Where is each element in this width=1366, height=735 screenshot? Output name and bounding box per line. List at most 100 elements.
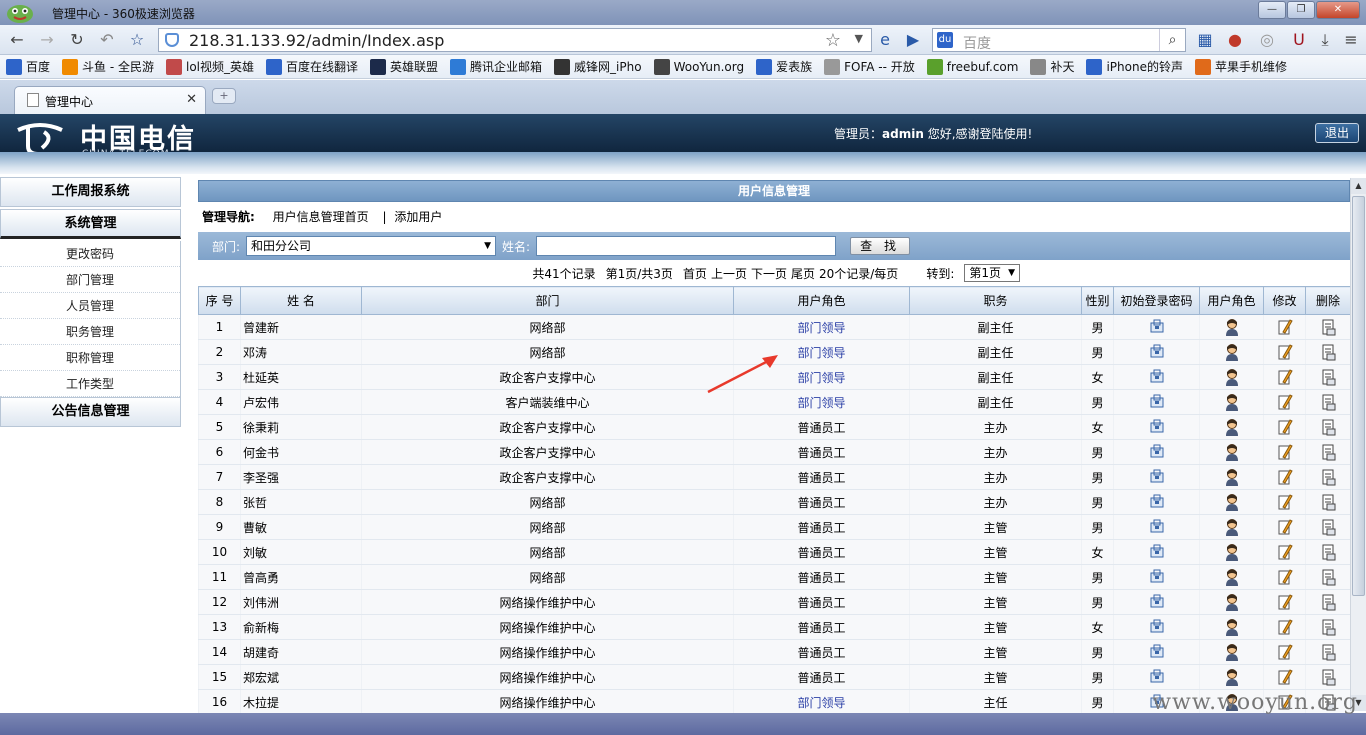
user-role-cell[interactable] bbox=[1199, 614, 1264, 640]
user-role-icon[interactable] bbox=[1224, 494, 1240, 511]
pager-prev[interactable]: 上一页 bbox=[711, 265, 747, 282]
edit-icon[interactable] bbox=[1277, 669, 1293, 685]
delete-cell[interactable] bbox=[1305, 414, 1351, 440]
reset-password-icon[interactable] bbox=[1149, 619, 1165, 634]
minimize-button[interactable]: — bbox=[1258, 1, 1286, 19]
reset-password-icon[interactable] bbox=[1149, 469, 1165, 484]
close-tab-icon[interactable]: ✕ bbox=[186, 92, 197, 107]
sidebar-section-weekly-report[interactable]: 工作周报系统 bbox=[0, 177, 181, 207]
sidebar-item[interactable]: 工作类型 bbox=[0, 371, 180, 397]
delete-icon[interactable] bbox=[1320, 469, 1336, 486]
reset-password-icon[interactable] bbox=[1149, 594, 1165, 609]
bookmark-item[interactable]: 百度在线翻译 bbox=[266, 58, 358, 75]
bookmark-item[interactable]: 腾讯企业邮箱 bbox=[450, 58, 542, 75]
user-role-cell[interactable] bbox=[1199, 489, 1264, 515]
user-role-cell[interactable] bbox=[1199, 389, 1264, 415]
delete-cell[interactable] bbox=[1305, 614, 1351, 640]
user-role-icon[interactable] bbox=[1224, 569, 1240, 586]
sidebar-item[interactable]: 职称管理 bbox=[0, 345, 180, 371]
edit-icon[interactable] bbox=[1277, 619, 1293, 635]
reset-password-cell[interactable] bbox=[1113, 614, 1200, 640]
nav-link-user-home[interactable]: 用户信息管理首页 bbox=[273, 210, 369, 224]
reset-password-icon[interactable] bbox=[1149, 644, 1165, 659]
bookmark-item[interactable]: FOFA -- 开放 bbox=[824, 58, 915, 75]
edit-icon[interactable] bbox=[1277, 544, 1293, 560]
delete-cell[interactable] bbox=[1305, 314, 1351, 340]
reset-password-cell[interactable] bbox=[1113, 439, 1200, 465]
logout-button[interactable]: 退出 bbox=[1315, 123, 1359, 143]
play-icon[interactable]: ▶ bbox=[904, 31, 922, 49]
edit-cell[interactable] bbox=[1263, 364, 1306, 390]
user-role-cell[interactable] bbox=[1199, 439, 1264, 465]
search-box[interactable]: du 百度 ⌕ bbox=[932, 28, 1186, 52]
edit-icon[interactable] bbox=[1277, 494, 1293, 510]
nav-link-add-user[interactable]: 添加用户 bbox=[394, 210, 442, 224]
sidebar-item[interactable]: 更改密码 bbox=[0, 241, 180, 267]
maximize-button[interactable]: ❐ bbox=[1287, 1, 1315, 19]
edit-cell[interactable] bbox=[1263, 339, 1306, 365]
edit-icon[interactable] bbox=[1277, 394, 1293, 410]
user-role-icon[interactable] bbox=[1224, 369, 1240, 386]
delete-icon[interactable] bbox=[1320, 544, 1336, 561]
edit-cell[interactable] bbox=[1263, 589, 1306, 615]
reset-password-cell[interactable] bbox=[1113, 489, 1200, 515]
reset-password-icon[interactable] bbox=[1149, 369, 1165, 384]
sidebar-item[interactable]: 职务管理 bbox=[0, 319, 180, 345]
user-role-cell[interactable] bbox=[1199, 464, 1264, 490]
user-role-cell[interactable] bbox=[1199, 564, 1264, 590]
tab-admin-center[interactable]: 管理中心 ✕ bbox=[14, 86, 206, 114]
delete-cell[interactable] bbox=[1305, 489, 1351, 515]
user-role-icon[interactable] bbox=[1224, 419, 1240, 436]
user-role-icon[interactable] bbox=[1224, 344, 1240, 361]
edit-cell[interactable] bbox=[1263, 564, 1306, 590]
user-role-cell[interactable] bbox=[1199, 339, 1264, 365]
edit-icon[interactable] bbox=[1277, 519, 1293, 535]
user-role-cell[interactable] bbox=[1199, 314, 1264, 340]
name-input[interactable] bbox=[536, 236, 837, 256]
user-role[interactable]: 部门领导 bbox=[733, 689, 910, 715]
back-icon[interactable]: ← bbox=[8, 31, 26, 49]
new-tab-button[interactable]: + bbox=[212, 88, 236, 104]
delete-cell[interactable] bbox=[1305, 539, 1351, 565]
reset-password-icon[interactable] bbox=[1149, 344, 1165, 359]
reset-password-cell[interactable] bbox=[1113, 589, 1200, 615]
sidebar-section-system-management[interactable]: 系统管理 bbox=[0, 209, 181, 239]
user-role-icon[interactable] bbox=[1224, 519, 1240, 536]
reset-password-cell[interactable] bbox=[1113, 339, 1200, 365]
pager-next[interactable]: 下一页 bbox=[751, 265, 787, 282]
delete-cell[interactable] bbox=[1305, 564, 1351, 590]
user-role-cell[interactable] bbox=[1199, 514, 1264, 540]
bookmark-item[interactable]: freebuf.com bbox=[926, 58, 1018, 75]
delete-cell[interactable] bbox=[1305, 514, 1351, 540]
sidebar-section-announcements[interactable]: 公告信息管理 bbox=[0, 397, 181, 427]
user-role-cell[interactable] bbox=[1199, 664, 1264, 690]
search-placeholder[interactable]: 百度 bbox=[963, 33, 991, 53]
delete-icon[interactable] bbox=[1320, 619, 1336, 636]
delete-cell[interactable] bbox=[1305, 439, 1351, 465]
user-role-cell[interactable] bbox=[1199, 364, 1264, 390]
edit-cell[interactable] bbox=[1263, 314, 1306, 340]
edit-cell[interactable] bbox=[1263, 489, 1306, 515]
notification-icon[interactable]: ● bbox=[1226, 31, 1244, 49]
pager-goto-select[interactable]: 第1页 ▼ bbox=[964, 264, 1020, 282]
vertical-scrollbar[interactable]: ▲ ▼ bbox=[1350, 178, 1366, 711]
reset-password-cell[interactable] bbox=[1113, 564, 1200, 590]
search-icon[interactable]: ⌕ bbox=[1159, 29, 1185, 51]
scroll-up-icon[interactable]: ▲ bbox=[1351, 178, 1366, 194]
edit-icon[interactable] bbox=[1277, 319, 1293, 335]
user-role-icon[interactable] bbox=[1224, 619, 1240, 636]
delete-cell[interactable] bbox=[1305, 339, 1351, 365]
edit-icon[interactable] bbox=[1277, 444, 1293, 460]
user-role-icon[interactable] bbox=[1224, 544, 1240, 561]
delete-icon[interactable] bbox=[1320, 369, 1336, 386]
edit-icon[interactable] bbox=[1277, 569, 1293, 585]
address-url[interactable]: 218.31.133.92/admin/Index.asp bbox=[189, 31, 444, 50]
user-role-icon[interactable] bbox=[1224, 319, 1240, 336]
bookmark-star-icon[interactable]: ☆ bbox=[825, 30, 841, 51]
user-role-icon[interactable] bbox=[1224, 394, 1240, 411]
pager-first[interactable]: 首页 bbox=[683, 265, 707, 282]
favorite-star-icon[interactable]: ☆ bbox=[128, 31, 146, 49]
bookmark-item[interactable]: 爱表族 bbox=[756, 58, 812, 75]
user-role-icon[interactable] bbox=[1224, 469, 1240, 486]
delete-icon[interactable] bbox=[1320, 344, 1336, 361]
